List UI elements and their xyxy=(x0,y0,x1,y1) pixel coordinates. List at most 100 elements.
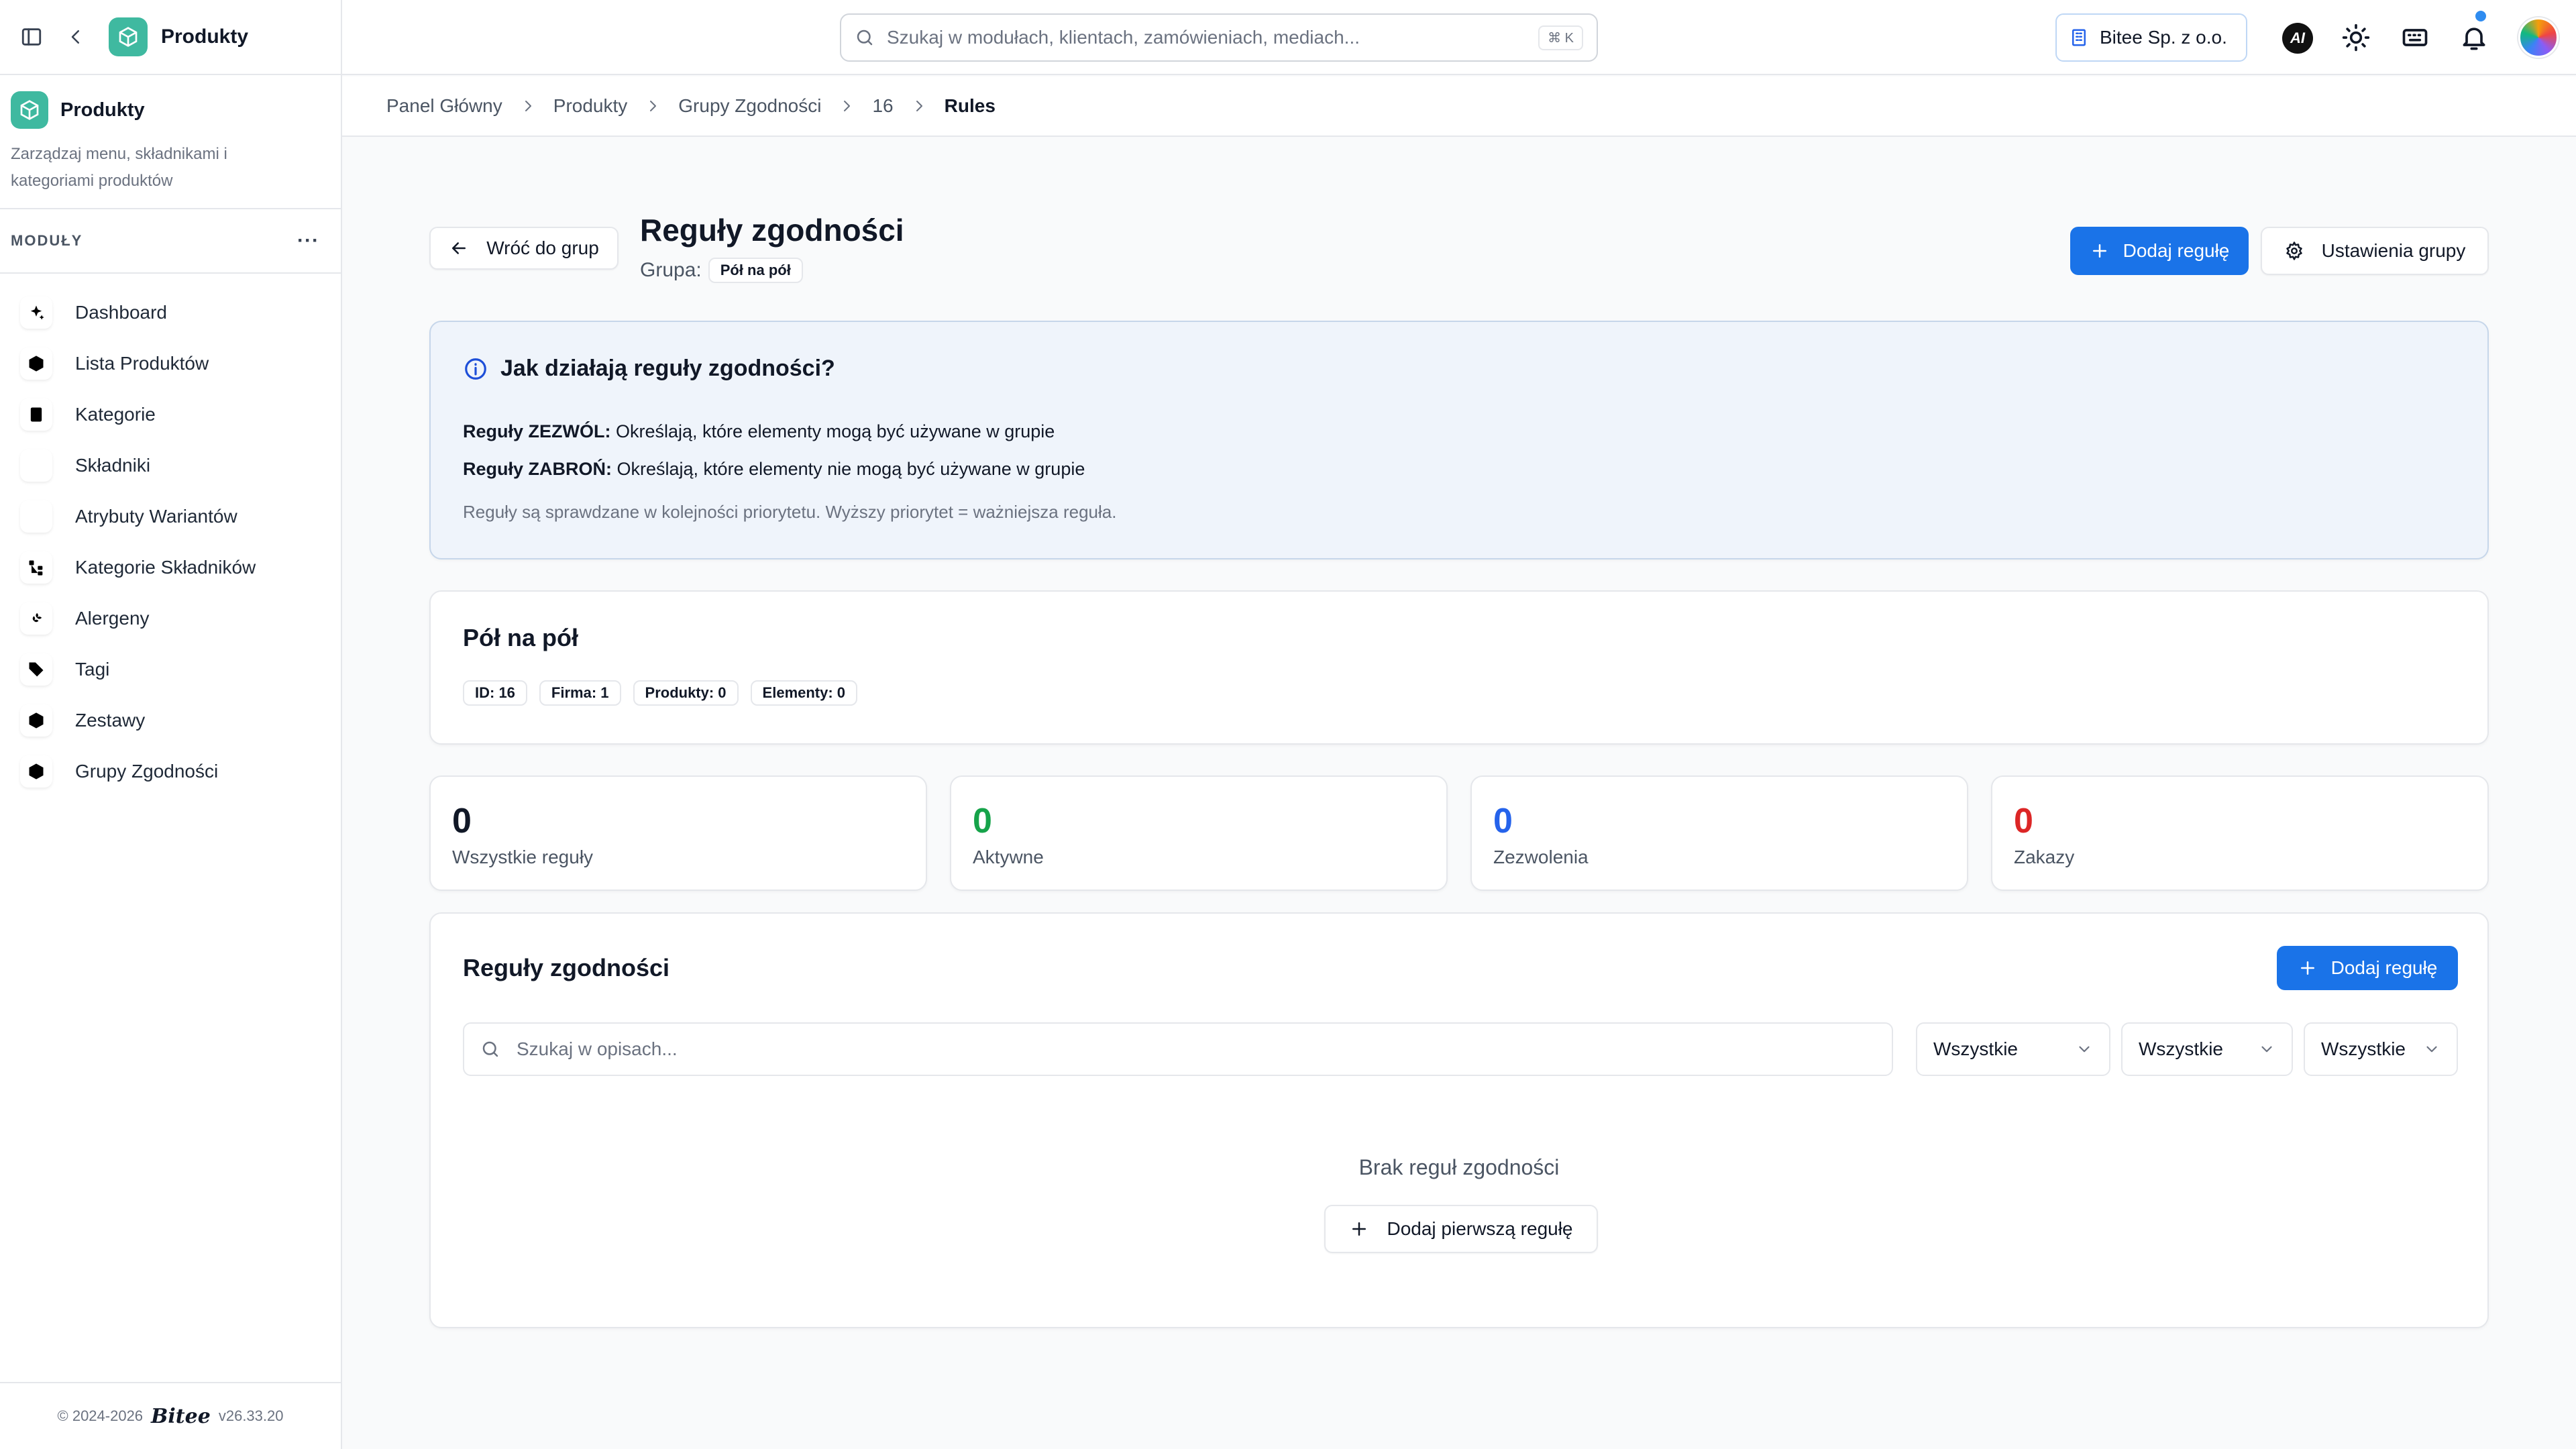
bell-icon[interactable] xyxy=(2459,23,2489,52)
page-title: Reguły zgodności xyxy=(640,213,904,248)
stat-label: Aktywne xyxy=(973,847,1044,867)
utensils-crossed-icon xyxy=(20,449,52,482)
allow-text: Określają, które elementy mogą być używa… xyxy=(616,421,1055,441)
stat-card-allows: 0 Zezwolenia xyxy=(1470,775,1968,891)
chevron-left-icon[interactable] xyxy=(66,27,86,47)
building-icon xyxy=(2069,28,2089,48)
global-search[interactable]: Szukaj w modułach, klientach, zamówienia… xyxy=(840,13,1598,62)
group-chip: Pół na pół xyxy=(708,258,803,283)
global-search-input[interactable]: Szukaj w modułach, klientach, zamówienia… xyxy=(887,27,1538,48)
chevron-down-icon xyxy=(2258,1040,2275,1058)
modules-section-header: MODUŁY ··· xyxy=(0,209,341,274)
add-rule-label: Dodaj regułę xyxy=(2123,240,2230,261)
section-label: MODUŁY xyxy=(11,232,83,249)
sidebar-item-allergens[interactable]: Alergeny xyxy=(0,593,341,644)
breadcrumb-groups[interactable]: Grupy Zgodności xyxy=(678,95,821,117)
sidebar-item-product-list[interactable]: Lista Produktów xyxy=(0,338,341,389)
stat-value: 0 xyxy=(973,802,992,841)
info-panel: Jak działają reguły zgodności? Reguły ZE… xyxy=(429,321,2489,559)
sun-icon[interactable] xyxy=(2341,23,2371,52)
group-label: Grupa: xyxy=(640,259,702,281)
sidebar-item-ingredients[interactable]: Składniki xyxy=(0,440,341,491)
sidebar-item-variant-attributes[interactable]: Atrybuty Wariantów xyxy=(0,491,341,542)
filter-select-1[interactable]: Wszystkie xyxy=(1916,1022,2110,1076)
add-rule-label: Dodaj regułę xyxy=(2330,957,2438,978)
filter-select-2[interactable]: Wszystkie xyxy=(2121,1022,2293,1076)
main-content: Wróć do grup Reguły zgodności Grupa: Pół… xyxy=(342,137,2576,1449)
version-text: v26.33.20 xyxy=(218,1407,284,1424)
sidebar-item-categories[interactable]: Kategorie xyxy=(0,389,341,440)
info-title: Jak działają reguły zgodności? xyxy=(463,356,835,382)
chevron-down-icon xyxy=(2423,1040,2440,1058)
info-allow-line: Reguły ZEZWÓL: Określają, które elementy… xyxy=(463,421,1055,442)
sidebar-item-label: Tagi xyxy=(75,659,110,680)
add-rule-button-secondary[interactable]: Dodaj regułę xyxy=(2277,946,2458,990)
box-icon xyxy=(11,91,48,129)
more-icon[interactable]: ··· xyxy=(297,229,319,252)
sparkles-icon xyxy=(20,297,52,329)
stat-value: 0 xyxy=(1493,802,1513,841)
sidebar-item-label: Alergeny xyxy=(75,608,150,629)
chevron-right-icon xyxy=(520,98,536,114)
notification-dot xyxy=(2475,11,2486,21)
company-switcher[interactable]: Bitee Sp. z o.o. xyxy=(2055,13,2247,62)
deny-text: Określają, które elementy nie mogą być u… xyxy=(616,459,1085,479)
info-title-text: Jak działają reguły zgodności? xyxy=(500,356,835,381)
products-count-chip: Produkty: 0 xyxy=(633,680,739,706)
sidebar-top-bar: Produkty xyxy=(0,0,341,75)
stat-label: Zakazy xyxy=(2014,847,2075,867)
sidebar-item-dashboard[interactable]: Dashboard xyxy=(0,287,341,338)
box-icon xyxy=(20,704,52,737)
keyboard-icon[interactable] xyxy=(2400,23,2430,52)
chevron-down-icon xyxy=(2076,1040,2093,1058)
avatar[interactable] xyxy=(2518,17,2559,58)
company-name: Bitee Sp. z o.o. xyxy=(2100,27,2227,48)
wheat-icon xyxy=(20,602,52,635)
sidebar-item-label: Dashboard xyxy=(75,302,167,323)
rules-panel: Reguły zgodności Dodaj regułę Szukaj w o… xyxy=(429,912,2489,1328)
info-deny-line: Reguły ZABROŃ: Określają, które elementy… xyxy=(463,459,1085,480)
add-first-rule-button[interactable]: Dodaj pierwszą regułę xyxy=(1324,1205,1598,1253)
sidebar-item-sets[interactable]: Zestawy xyxy=(0,695,341,746)
back-button-label: Wróć do grup xyxy=(486,237,599,258)
chevron-right-icon xyxy=(839,98,855,114)
plus-icon xyxy=(2298,958,2318,978)
ai-assistant-button[interactable]: AI xyxy=(2282,23,2313,54)
info-note: Reguły są sprawdzane w kolejności priory… xyxy=(463,502,1117,522)
search-icon xyxy=(855,28,875,48)
sidebar-item-label: Kategorie xyxy=(75,404,156,425)
breadcrumb-products[interactable]: Produkty xyxy=(553,95,628,117)
rules-title: Reguły zgodności xyxy=(463,954,670,981)
plus-icon xyxy=(1349,1219,1369,1239)
sidebar-item-compatibility-groups[interactable]: Grupy Zgodności xyxy=(0,746,341,797)
breadcrumb-home[interactable]: Panel Główny xyxy=(386,95,502,117)
breadcrumb: Panel Główny Produkty Grupy Zgodności 16… xyxy=(342,76,2576,137)
rules-search-input[interactable]: Szukaj w opisach... xyxy=(517,1038,678,1060)
filter-select-3[interactable]: Wszystkie xyxy=(2304,1022,2458,1076)
group-settings-button[interactable]: Ustawienia grupy xyxy=(2261,227,2489,275)
sidebar: Produkty Produkty Zarządzaj menu, składn… xyxy=(0,0,342,1449)
breadcrumb-group-id[interactable]: 16 xyxy=(872,95,893,117)
sidebar-nav: Dashboard Lista Produktów Kategorie Skła… xyxy=(0,274,341,797)
sidebar-item-ingredient-categories[interactable]: Kategorie Składników xyxy=(0,542,341,593)
stat-card-denies: 0 Zakazy xyxy=(1991,775,2489,891)
allow-label: Reguły ZEZWÓL: xyxy=(463,421,611,441)
sidebar-toggle-icon[interactable] xyxy=(20,25,43,48)
back-to-groups-button[interactable]: Wróć do grup xyxy=(429,227,619,270)
document-icon xyxy=(20,398,52,431)
module-description: Zarządzaj menu, składnikami i kategoriam… xyxy=(11,145,227,190)
group-details-card: Pół na pół ID: 16 Firma: 1 Produkty: 0 E… xyxy=(429,590,2489,745)
sidebar-item-label: Atrybuty Wariantów xyxy=(75,506,237,527)
stat-value: 0 xyxy=(2014,802,2033,841)
rules-search[interactable]: Szukaj w opisach... xyxy=(463,1022,1893,1076)
sidebar-item-label: Zestawy xyxy=(75,710,146,731)
gear-icon xyxy=(2284,241,2304,261)
box-icon xyxy=(20,755,52,788)
search-shortcut: ⌘ K xyxy=(1538,25,1583,50)
sidebar-item-tags[interactable]: Tagi xyxy=(0,644,341,695)
group-settings-label: Ustawienia grupy xyxy=(2321,240,2466,261)
stat-label: Zezwolenia xyxy=(1493,847,1589,867)
add-rule-button[interactable]: Dodaj regułę xyxy=(2070,227,2249,275)
filter-value: Wszystkie xyxy=(2321,1038,2406,1059)
module-name: Produkty xyxy=(60,99,145,121)
